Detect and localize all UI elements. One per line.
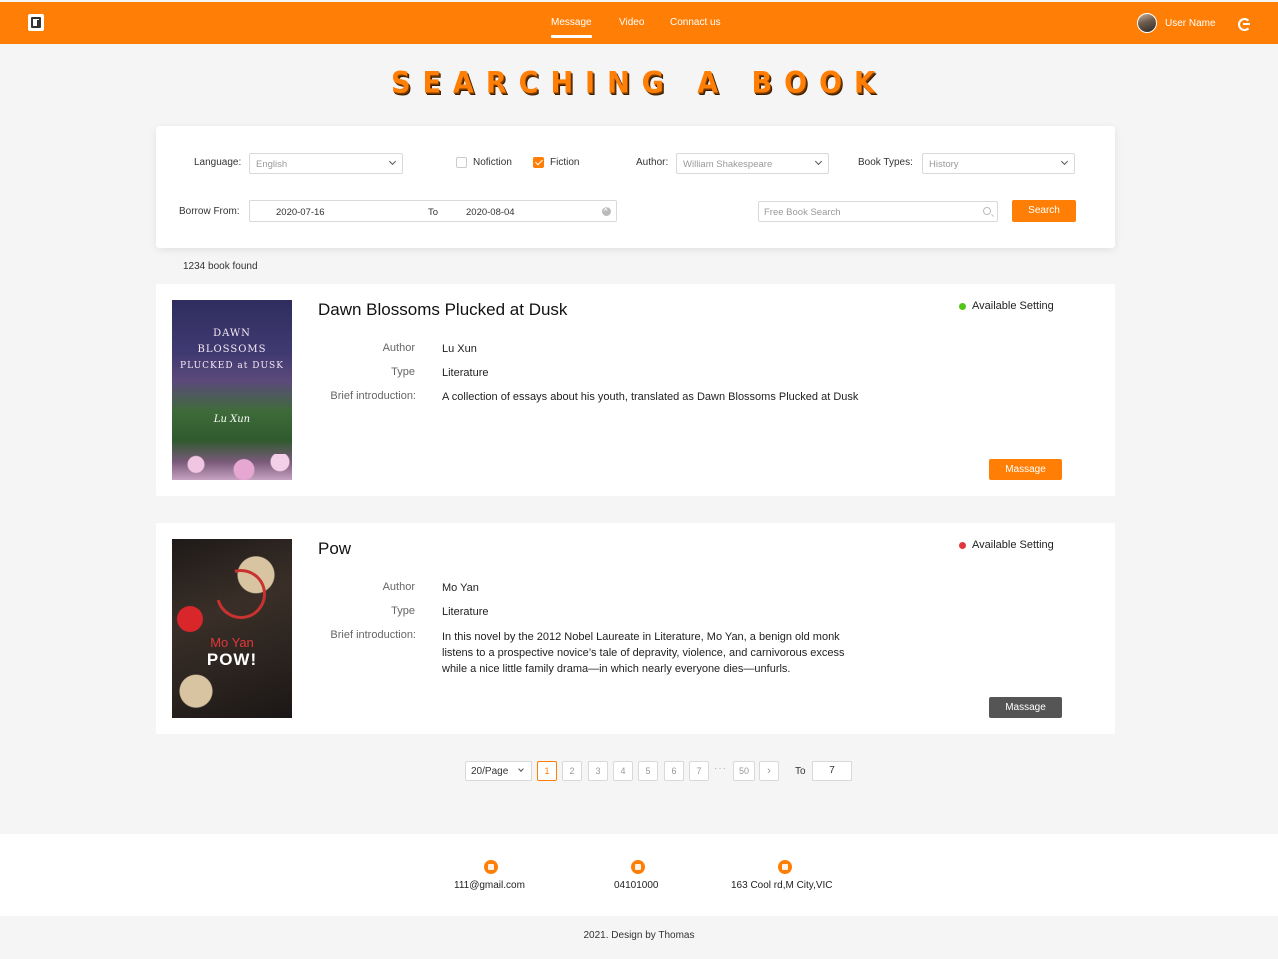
date-to[interactable]: 2020-08-04 [466,207,515,218]
next-page-icon[interactable]: › [759,761,779,781]
type-value: Literature [442,606,489,618]
user-name[interactable]: User Name [1165,18,1216,29]
intro-field-label: Brief introduction: [330,390,416,402]
footer-phone[interactable]: 04101000 [614,880,659,891]
logout-icon[interactable] [1238,18,1251,31]
intro-text: A collection of essays about his youth, … [442,391,859,403]
book-logo-icon[interactable] [28,14,44,31]
email-icon [484,860,498,874]
nav-contact-us[interactable]: Connact us [670,17,721,28]
chevron-down-icon [814,157,823,166]
avatar[interactable] [1137,13,1157,33]
status-dot [959,303,966,310]
footer-email[interactable]: 111@gmail.com [454,880,525,891]
search-placeholder: Free Book Search [764,207,841,218]
cover-title-line: PLUCKED at DUSK [180,361,284,371]
language-value: English [256,159,288,170]
search-panel: Language: English Nofiction Fiction Auth… [156,126,1115,248]
page-button[interactable]: 6 [664,761,684,781]
type-value: Literature [442,367,489,379]
page-button[interactable]: 50 [733,761,755,781]
page-title: SEARCHING A BOOK [391,66,887,101]
language-label: Language: [194,157,242,168]
award-sticker [177,606,203,632]
footer: 111@gmail.com 04101000 163 Cool rd,M Cit… [0,834,1278,916]
author-field-label: Author [382,581,415,593]
top-nav-bar: Message Video Connact us User Name [0,2,1278,44]
author-value: Mo Yan [442,582,479,594]
cover-art [206,559,276,629]
type-field-label: Type [391,605,415,617]
message-button[interactable]: Massage [989,697,1062,718]
phone-icon [631,860,645,874]
book-card: Mo Yan POW! Pow Available Setting Author… [156,523,1115,734]
book-card: DAWN BLOSSOMS PLUCKED at DUSK Lu Xun Daw… [156,284,1115,496]
author-select[interactable]: William Shakespeare [676,153,829,174]
intro-field-label: Brief introduction: [330,629,416,641]
page-button[interactable]: 4 [613,761,633,781]
cover-author: Mo Yan [210,635,254,650]
jump-label: To [795,766,806,777]
page-button[interactable]: 1 [537,761,557,781]
language-select[interactable]: English [249,153,403,174]
nav-video[interactable]: Video [619,17,644,28]
chevron-down-icon [388,157,397,166]
page-button[interactable]: 2 [562,761,582,781]
footer-address: 163 Cool rd,M City,VIC [731,880,833,891]
copyright: 2021. Design by Thomas [583,930,695,941]
date-from[interactable]: 2020-07-16 [276,207,325,218]
page-button[interactable]: 7 [689,761,709,781]
fiction-checkbox[interactable] [533,157,544,168]
clear-icon[interactable] [602,204,611,216]
message-button[interactable]: Massage [989,459,1062,480]
borrow-from-label: Borrow From: [179,206,240,217]
cover-title-line: DAWN [213,328,251,339]
author-field-label: Author [382,342,415,354]
status-text: Available Setting [972,539,1054,551]
book-types-value: History [929,159,959,170]
page-size-value: 20/Page [471,766,509,777]
status-dot [959,542,966,549]
page-button[interactable]: 3 [588,761,608,781]
book-title[interactable]: Dawn Blossoms Plucked at Dusk [318,300,567,320]
search-button[interactable]: Search [1012,200,1076,222]
nav-message[interactable]: Message [551,17,592,38]
type-field-label: Type [391,366,415,378]
author-value: William Shakespeare [683,159,773,170]
location-icon [778,860,792,874]
book-types-select[interactable]: History [922,153,1075,174]
nonfiction-label[interactable]: Nofiction [473,157,512,168]
page-size-select[interactable]: 20/Page [465,761,532,781]
cover-author: Lu Xun [213,414,251,425]
chevron-down-icon [1060,157,1069,166]
intro-text-line: In this novel by the 2012 Nobel Laureate… [442,631,840,643]
author-value: Lu Xun [442,343,477,355]
date-range-picker[interactable]: 2020-07-16 To 2020-08-04 [249,200,617,222]
page-button[interactable]: 5 [638,761,658,781]
page-jump-input[interactable]: 7 [812,761,852,781]
cover-title: POW! [206,650,258,669]
book-cover[interactable]: DAWN BLOSSOMS PLUCKED at DUSK Lu Xun [172,300,292,480]
page-ellipsis[interactable]: ··· [714,763,727,774]
fiction-label[interactable]: Fiction [550,157,579,168]
blossom-decoration [172,454,292,480]
status-text: Available Setting [972,300,1054,312]
book-title[interactable]: Pow [318,539,351,559]
nonfiction-checkbox[interactable] [456,157,467,168]
results-count: 1234 book found [183,261,258,272]
chevron-down-icon [518,766,524,772]
intro-text-line: while a nice little family drama—in whic… [442,663,791,675]
search-icon[interactable] [983,207,991,215]
date-to-label: To [428,207,439,218]
book-cover[interactable]: Mo Yan POW! [172,539,292,718]
intro-text-line: listens to a prospective novice’s tale o… [442,647,845,659]
cover-title-line: BLOSSOMS [197,344,267,355]
book-types-label: Book Types: [858,157,913,168]
author-label: Author: [636,157,669,168]
search-input[interactable]: Free Book Search [758,201,998,222]
